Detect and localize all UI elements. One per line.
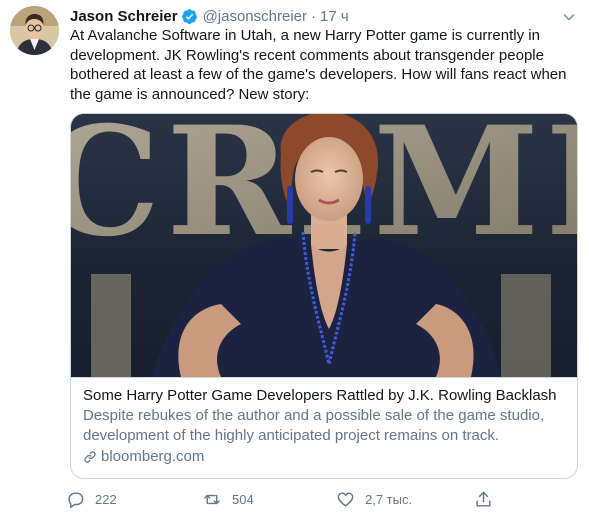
reply-button[interactable]: 222 <box>66 488 117 510</box>
separator-dot: · <box>311 7 316 25</box>
like-button[interactable]: 2,7 тыс. <box>336 488 412 510</box>
retweet-button[interactable]: 504 <box>202 488 254 510</box>
tweet-timestamp[interactable]: 17 ч <box>320 8 349 25</box>
retweet-count: 504 <box>232 491 254 507</box>
card-body[interactable]: Some Harry Potter Game Developers Rattle… <box>71 377 577 478</box>
heart-icon <box>337 491 354 507</box>
link-card[interactable]: CRIMI Some Harry Potter <box>70 113 578 479</box>
retweet-icon <box>204 494 220 504</box>
avatar[interactable] <box>10 6 59 55</box>
card-title[interactable]: Some Harry Potter Game Developers Rattle… <box>83 386 565 405</box>
share-icon <box>476 491 491 507</box>
card-image[interactable]: CRIMI <box>71 114 577 377</box>
tweet-actions: 222 504 2,7 тыс. <box>66 488 496 510</box>
card-domain[interactable]: bloomberg.com <box>83 447 565 467</box>
reply-count: 222 <box>95 491 117 507</box>
card-domain-text: bloomberg.com <box>101 448 205 465</box>
link-icon <box>83 450 97 464</box>
tweet-header: Jason Schreier @jasonschreier · 17 ч <box>70 6 349 26</box>
author-handle[interactable]: @jasonschreier <box>203 8 307 25</box>
share-button[interactable] <box>474 488 503 510</box>
verified-badge-icon <box>181 8 198 25</box>
tweet-text: At Avalanche Software in Utah, a new Har… <box>70 27 567 103</box>
reply-icon <box>68 491 84 508</box>
card-description: Despite rebukes of the author and a poss… <box>83 407 545 444</box>
author-name[interactable]: Jason Schreier <box>70 8 178 25</box>
like-count: 2,7 тыс. <box>365 491 413 507</box>
chevron-down-icon[interactable] <box>561 9 577 25</box>
